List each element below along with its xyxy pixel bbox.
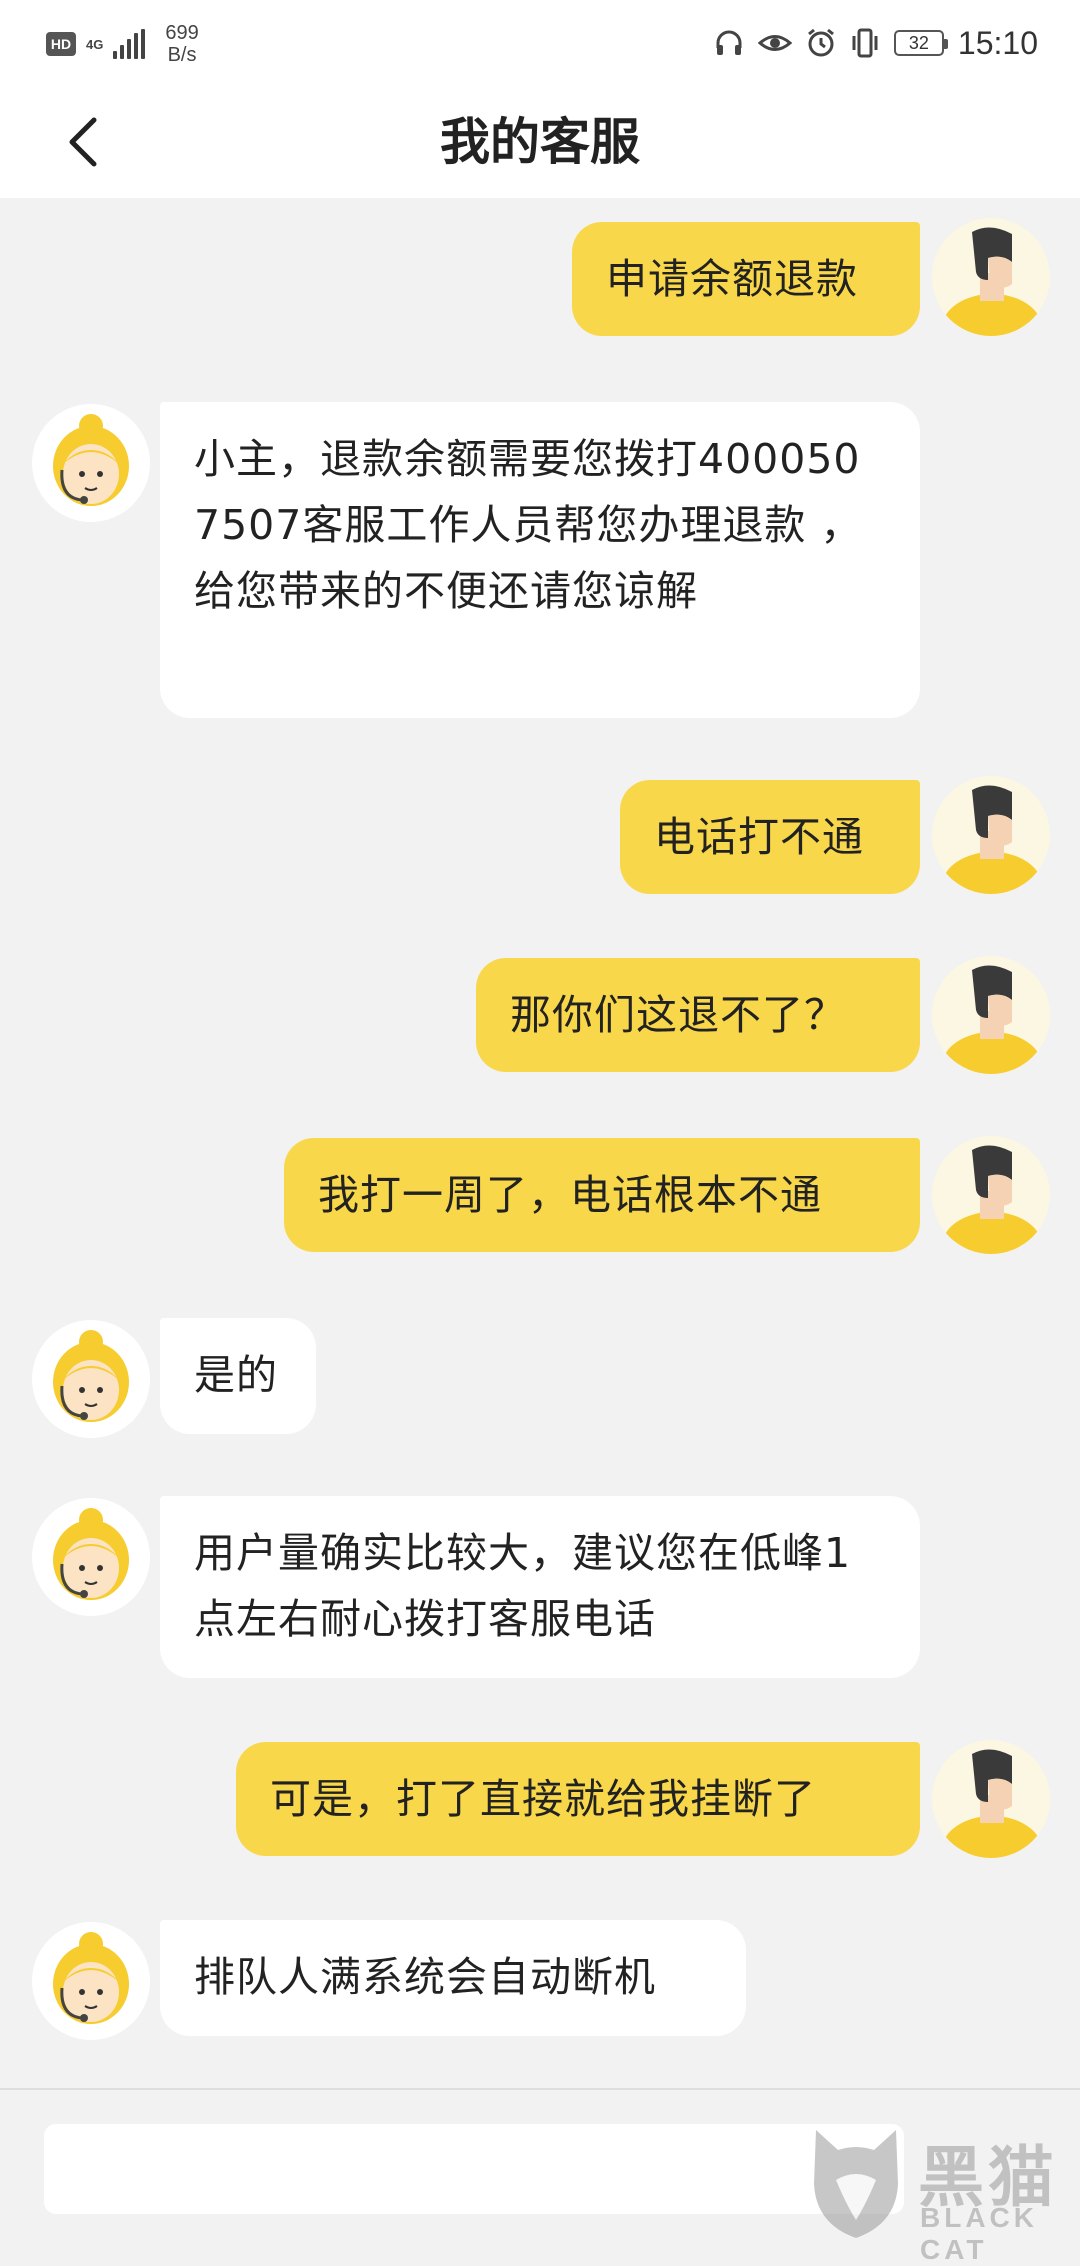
agent-message: 小主，退款余额需要您拨打4000507507客服工作人员帮您办理退款 ，给您带来…	[160, 402, 920, 718]
user-message: 电话打不通	[620, 780, 920, 894]
agent-avatar-icon	[32, 404, 150, 522]
header: 我的客服	[0, 86, 1080, 198]
network-speed: 699 B/s	[165, 22, 198, 66]
page-title: 我的客服	[440, 113, 640, 171]
agent-message: 是的	[160, 1318, 316, 1434]
vibrate-icon	[850, 27, 880, 59]
watermark-text-en: BLACK CAT	[920, 2202, 1038, 2265]
user-avatar-icon	[932, 956, 1050, 1074]
status-left: HD 4G 699 B/s	[46, 20, 199, 68]
user-message: 申请余额退款	[572, 222, 920, 336]
user-message: 可是，打了直接就给我挂断了	[236, 1742, 920, 1856]
chat-area[interactable]: 申请余额退款 小主，退款余额需要您拨打4000507507客服工作人员帮您办理退…	[0, 198, 1080, 2088]
user-message: 那你们这退不了？	[476, 958, 920, 1072]
hd-badge: HD	[46, 32, 76, 56]
alarm-icon	[806, 28, 836, 58]
battery-level: 32	[908, 32, 929, 53]
network-speed-value: 699	[165, 22, 199, 44]
status-bar: HD 4G 699 B/s 32 15:10	[0, 0, 1080, 86]
message-input[interactable]	[44, 2124, 904, 2214]
blackcat-watermark: 黑猫 BLACK CAT	[806, 2124, 1076, 2265]
signal-strength-icon	[113, 29, 146, 59]
eye-icon	[757, 28, 792, 58]
agent-avatar-icon	[32, 1498, 150, 1616]
agent-message: 排队人满系统会自动断机	[160, 1920, 746, 2036]
agent-message: 用户量确实比较大，建议您在低峰1点左右耐心拨打客服电话	[160, 1496, 920, 1678]
user-message: 我打一周了，电话根本不通	[284, 1138, 920, 1252]
user-avatar-icon	[932, 1740, 1050, 1858]
network-speed-unit: B/s	[167, 44, 197, 66]
blackcat-logo-icon	[814, 2130, 898, 2238]
headphones-icon	[714, 28, 744, 58]
network-type: 4G	[86, 36, 104, 52]
battery-icon: 32	[893, 30, 948, 56]
agent-avatar-icon	[32, 1320, 150, 1438]
clock: 15:10	[957, 24, 1038, 61]
agent-avatar-icon	[32, 1922, 150, 2040]
user-avatar-icon	[932, 218, 1050, 336]
user-avatar-icon	[932, 1136, 1050, 1254]
user-avatar-icon	[932, 776, 1050, 894]
status-right: 32 15:10	[714, 18, 1038, 68]
